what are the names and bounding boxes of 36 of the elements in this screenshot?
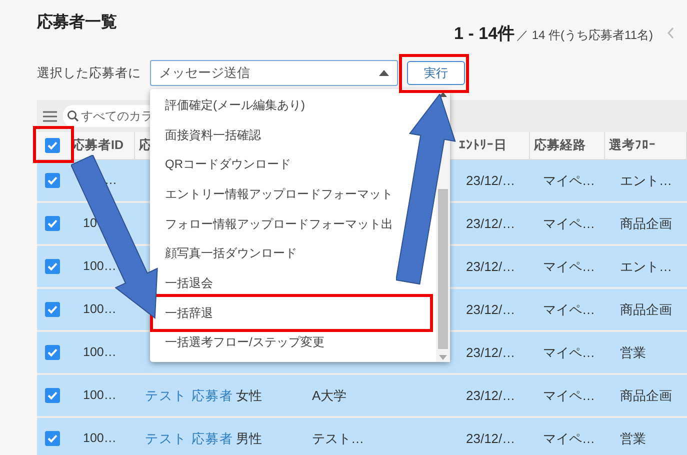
table-cell-text: 営業 <box>620 344 646 362</box>
table-cell-text: マイペ… <box>543 300 595 319</box>
table-cell-text: 商品企画 <box>620 386 672 405</box>
table-cell-text: A大学 <box>312 386 347 405</box>
action-label: 選択した応募者に <box>37 64 142 82</box>
table-cell-text: 23/12/… <box>466 300 516 319</box>
page-title: 応募者一覧 <box>37 12 117 33</box>
table-cell-text: マイペ… <box>543 172 595 190</box>
table-cell-text: 100… <box>83 430 116 448</box>
table-cell-text: 23/12/… <box>466 172 516 190</box>
table-cell-text: エント… <box>620 172 672 190</box>
table-cell-text: マイペ… <box>543 258 595 276</box>
result-total: ／ 14 件(うち応募者11名) <box>516 27 653 44</box>
table-cell-text: 23/12/… <box>466 214 516 233</box>
result-range: 1 - 14件 <box>454 23 515 45</box>
table-cell-text: マイペ… <box>543 344 595 362</box>
table-cell-text: 100… <box>83 344 116 362</box>
table-cell-text: 23/12/… <box>466 430 516 448</box>
table-cell-text: 商品企画 <box>620 214 672 233</box>
table-cell-text: 100… <box>83 387 116 404</box>
table-cell-text: 商品企画 <box>620 300 672 319</box>
table-cell-text: 23/12/… <box>466 258 516 276</box>
table-cell-text: 女性 <box>236 386 262 405</box>
table-cell-text: テスト… <box>312 430 364 448</box>
table-cell-text: 100… <box>83 258 116 276</box>
table-cell-text: エント… <box>620 258 672 276</box>
table-cell-text: マイペ… <box>543 430 595 448</box>
table-cell-text: マイペ… <box>543 214 595 233</box>
table-cell-text: マイペ… <box>543 386 595 405</box>
table-cell-text: 23/12/… <box>466 344 516 362</box>
table-cell-text: 営業 <box>620 430 646 448</box>
table-cell-text: … <box>104 172 117 190</box>
table-cell-text: 10 <box>83 215 97 232</box>
table-cell-text: 100… <box>83 301 116 318</box>
table-cell-text: 男性 <box>236 430 262 448</box>
table-cell-text: 23/12/… <box>466 386 516 405</box>
